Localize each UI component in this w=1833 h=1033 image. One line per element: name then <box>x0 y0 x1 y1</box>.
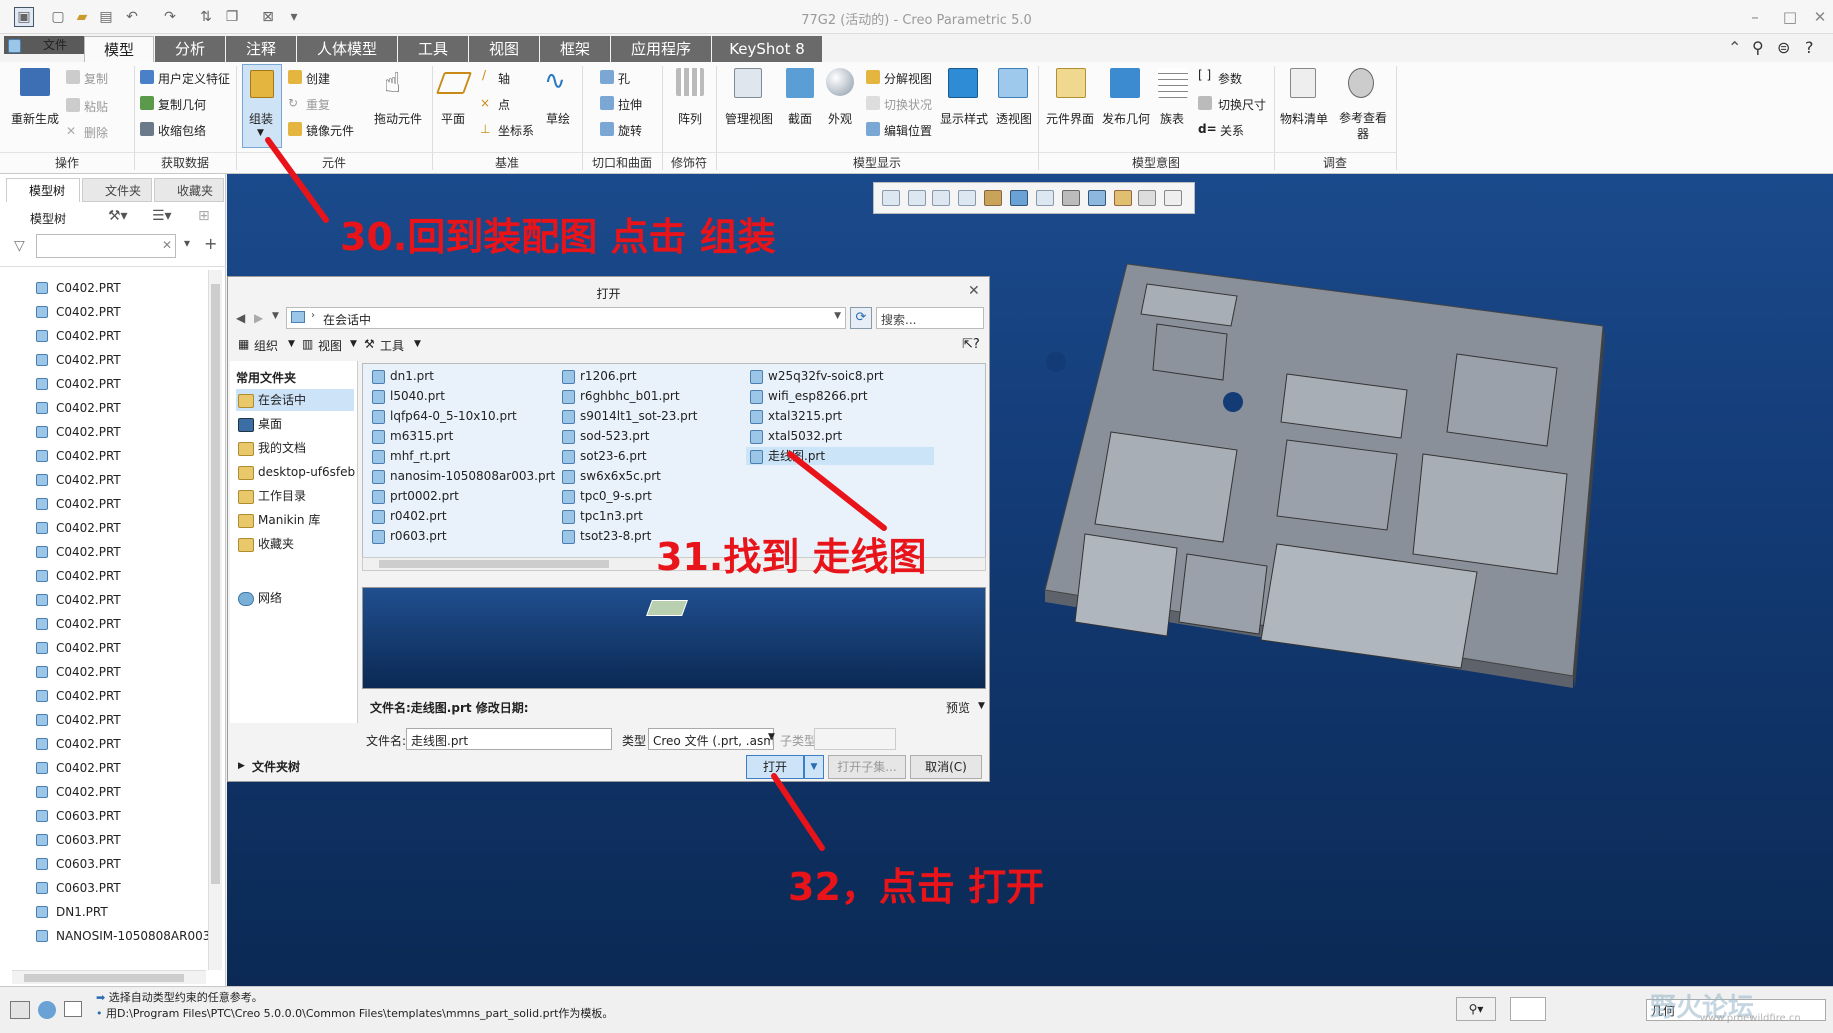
toggle-navigator-icon[interactable] <box>10 1001 30 1019</box>
find-icon[interactable]: ⚲▾ <box>1456 997 1496 1021</box>
status-bar: ➡ 选择自动类型约束的任意参考。 • 用D:\Program Files\PTC… <box>0 986 1833 1033</box>
status-message-2: • 用D:\Program Files\PTC\Creo 5.0.0.0\Com… <box>96 1007 614 1020</box>
annotation-step-31: 31.找到 走线图 <box>656 535 927 579</box>
annotation-step-32: 32，点击 打开 <box>788 865 1045 909</box>
select-icon[interactable] <box>1510 997 1546 1021</box>
watermark-url: www.proewildfire.cn <box>1700 1013 1801 1024</box>
fullscreen-icon[interactable] <box>64 1001 82 1017</box>
browser-icon[interactable] <box>38 1001 56 1019</box>
status-message-1: ➡ 选择自动类型约束的任意参考。 <box>96 991 263 1004</box>
annotation-step-30: 30.回到装配图 点击 组装 <box>340 215 776 259</box>
